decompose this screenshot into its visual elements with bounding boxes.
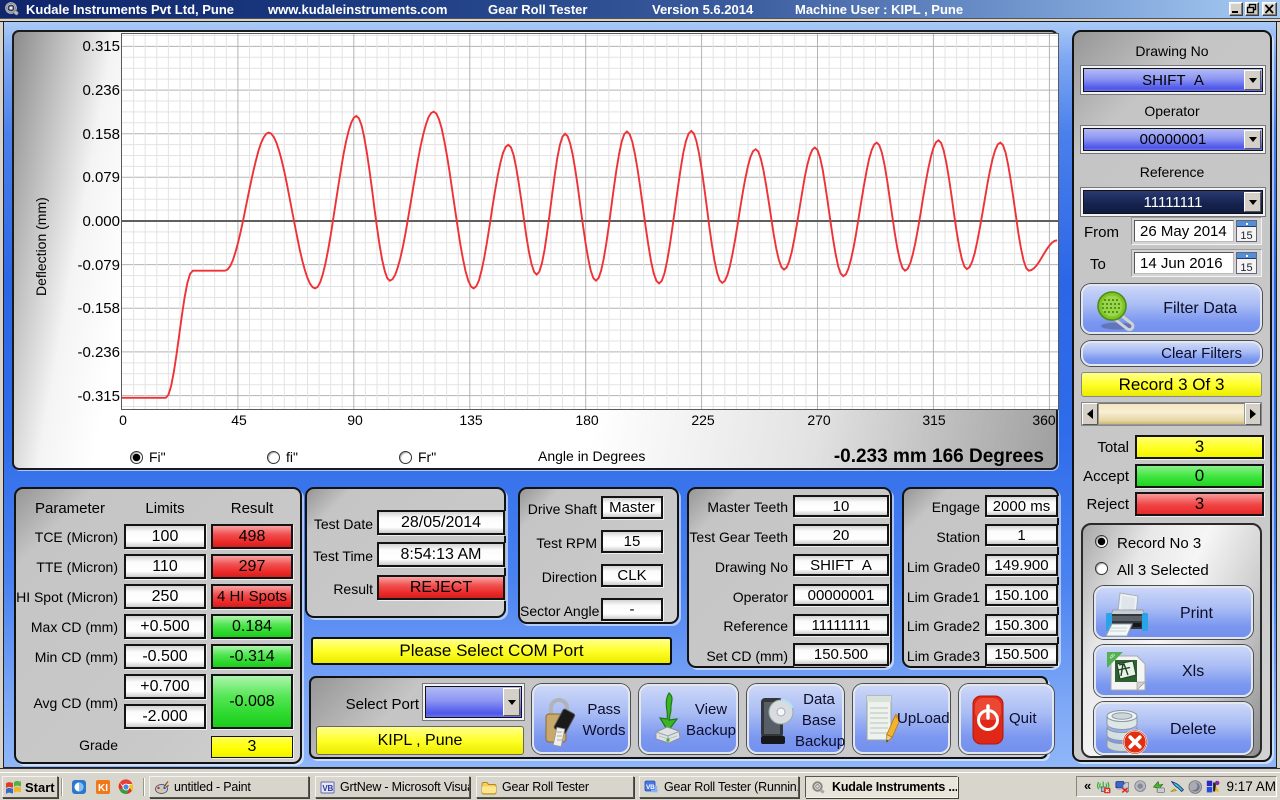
- svg-text:KI: KI: [98, 783, 108, 794]
- svg-text:VB: VB: [322, 784, 333, 793]
